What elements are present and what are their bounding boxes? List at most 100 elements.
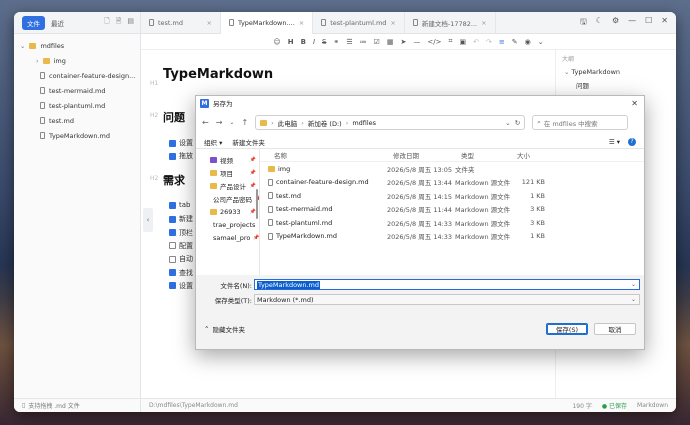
nav-item[interactable]: 公司产品密码📌 xyxy=(196,192,259,205)
strikethrough-icon[interactable]: S xyxy=(322,38,326,46)
redo-icon[interactable]: ↷ xyxy=(486,38,492,46)
checkbox-unchecked[interactable] xyxy=(169,242,176,250)
filename-input[interactable]: TypeMarkdown.md ⌄ xyxy=(254,279,640,290)
help-icon[interactable]: ? xyxy=(628,137,636,146)
file-row[interactable]: img 2026/5/8 周五 13:05 文件夹 xyxy=(260,162,644,176)
close-icon[interactable]: × xyxy=(390,19,395,27)
theme-icon[interactable]: ☾ xyxy=(596,16,603,30)
sidebar-item[interactable]: test.md xyxy=(14,113,140,128)
checkbox-checked[interactable] xyxy=(169,201,176,209)
checkbox-checked[interactable] xyxy=(169,215,176,223)
chevron-down-icon[interactable]: ⌄ xyxy=(229,119,234,126)
checkbox-checked[interactable] xyxy=(169,269,176,276)
new-folder-button[interactable]: 新建文件夹 xyxy=(232,137,265,147)
sidebar-item[interactable]: container-feature-design... xyxy=(14,68,140,83)
open-file-icon[interactable]: 🗎 xyxy=(116,17,122,28)
nav-item[interactable]: 项目 📌 xyxy=(196,166,259,179)
recent-button[interactable]: 最近 xyxy=(51,18,64,28)
nav-item[interactable]: 产品设计 📌 xyxy=(196,179,259,192)
save-icon[interactable]: 🖫 xyxy=(580,16,587,30)
close-icon[interactable]: ✕ xyxy=(661,16,668,30)
nav-item[interactable]: 视频 📌 xyxy=(196,153,259,166)
sidebar-item[interactable]: › img xyxy=(14,53,140,68)
ordered-list-icon[interactable]: ≔ xyxy=(360,38,367,46)
link-icon[interactable]: ⚭ xyxy=(333,38,339,46)
up-icon[interactable]: ↑ xyxy=(241,118,248,127)
table-icon[interactable]: ▦ xyxy=(387,38,394,46)
outline-item[interactable]: ⌄ TypeMarkdown xyxy=(564,68,620,76)
breadcrumb-item[interactable]: 此电脑 xyxy=(278,118,298,128)
close-icon[interactable]: × xyxy=(207,19,212,27)
files-button[interactable]: 文件 xyxy=(22,15,45,30)
file-row[interactable]: TypeMarkdown.md 2026/5/8 周五 14:33 Markdown… xyxy=(260,230,644,244)
column-name[interactable]: 名称 xyxy=(274,150,393,160)
tab-0[interactable]: test.md × xyxy=(141,12,221,34)
align-icon[interactable]: ≡ xyxy=(499,38,505,46)
address-bar[interactable]: › 此电脑 › 新加卷 (D:) › mdfiles ⌄ ↻ xyxy=(255,115,526,130)
emoji-icon[interactable]: ☺ xyxy=(273,38,280,46)
maximize-icon[interactable]: ☐ xyxy=(645,16,652,30)
save-button[interactable]: 保存(S) xyxy=(546,323,588,335)
nav-item[interactable]: trae_projects📌 xyxy=(196,218,259,231)
more-icon[interactable]: ⌄ xyxy=(538,38,544,46)
checkbox-unchecked[interactable] xyxy=(169,255,176,263)
breadcrumb-item[interactable]: 新加卷 (D:) xyxy=(308,118,342,128)
collapse-sidebar-icon[interactable]: ▤ xyxy=(127,17,134,28)
nav-item[interactable]: 26933 📌 xyxy=(196,205,259,218)
filetype-select[interactable]: Markdown (*.md) ⌄ xyxy=(254,294,640,305)
gear-icon[interactable]: ⚙ xyxy=(612,16,619,30)
file-row[interactable]: test.md 2026/5/8 周五 14:15 Markdown 源文件 1 KB xyxy=(260,189,644,203)
organize-button[interactable]: 组织 ▾ xyxy=(204,137,222,147)
view-options-icon[interactable]: ☰ ▾ xyxy=(609,138,620,146)
nav-item[interactable]: samael_pro 📌 xyxy=(196,231,259,244)
minus-icon[interactable]: — xyxy=(413,38,420,46)
file-row[interactable]: test-plantuml.md 2026/5/8 周五 14:33 Markdow… xyxy=(260,216,644,230)
code-icon[interactable]: </> xyxy=(427,38,441,46)
chevron-down-icon[interactable]: ⌄ xyxy=(631,281,639,288)
minimize-icon[interactable]: — xyxy=(628,16,636,30)
bold-icon[interactable]: B xyxy=(301,38,306,46)
column-date[interactable]: 修改日期 xyxy=(393,150,461,160)
bullet-list-icon[interactable]: ☰ xyxy=(346,38,352,46)
undo-icon[interactable]: ↶ xyxy=(473,38,479,46)
checkbox-checked[interactable] xyxy=(169,152,176,160)
forward-icon[interactable]: → xyxy=(216,118,223,127)
chevron-down-icon[interactable]: ⌄ xyxy=(631,296,639,303)
search-input[interactable]: ⌕ 在 mdfiles 中搜索 xyxy=(532,115,629,130)
document-icon xyxy=(412,19,418,26)
sidebar-item[interactable]: test-mermaid.md xyxy=(14,83,140,98)
file-row[interactable]: container-feature-design.md 2026/5/8 周五 1… xyxy=(260,176,644,190)
outline-item[interactable]: 问题 xyxy=(576,80,589,90)
back-icon[interactable]: ← xyxy=(202,118,209,127)
refresh-icon[interactable]: ⌄ ↻ xyxy=(505,119,520,127)
checkbox-checked[interactable] xyxy=(169,229,176,237)
image-icon[interactable]: ▣ xyxy=(459,38,466,46)
close-icon[interactable]: × xyxy=(481,19,486,27)
tab-3[interactable]: 新建文档-17782... × xyxy=(405,12,496,34)
italic-icon[interactable]: I xyxy=(313,38,315,46)
column-type[interactable]: 类型 xyxy=(461,150,517,160)
breadcrumb-item[interactable]: mdfiles xyxy=(352,119,376,127)
send-icon[interactable]: ➤ xyxy=(401,38,407,46)
sidebar-item[interactable]: TypeMarkdown.md xyxy=(14,128,140,143)
scrollbar[interactable] xyxy=(256,189,258,219)
task-list-icon[interactable]: ☑ xyxy=(374,38,380,46)
new-file-icon[interactable]: 🗋 xyxy=(104,17,110,28)
close-icon[interactable]: ✕ xyxy=(631,99,644,108)
file-row[interactable]: test-mermaid.md 2026/5/8 周五 11:44 Markdown… xyxy=(260,203,644,217)
sidebar-item[interactable]: test-plantuml.md xyxy=(14,98,140,113)
tab-1[interactable]: TypeMarkdown.... × xyxy=(221,12,314,34)
chevron-left-icon[interactable]: ‹ xyxy=(143,208,153,232)
checkbox-checked[interactable] xyxy=(169,282,176,290)
code-block-icon[interactable]: ⌗ xyxy=(449,37,453,46)
tree-root[interactable]: ⌄ mdfiles xyxy=(14,38,140,53)
preview-icon[interactable]: ◉ xyxy=(525,38,531,46)
edit-icon[interactable]: ✎ xyxy=(512,38,518,46)
hide-folders-button[interactable]: ⌃ 隐藏文件夹 xyxy=(204,324,245,334)
column-size[interactable]: 大小 xyxy=(517,150,551,160)
close-icon[interactable]: × xyxy=(299,19,304,27)
heading-icon[interactable]: H xyxy=(288,38,294,46)
tab-2[interactable]: test-plantuml.md × xyxy=(313,12,405,34)
checkbox-checked[interactable] xyxy=(169,139,176,147)
cancel-button[interactable]: 取消 xyxy=(594,323,636,335)
